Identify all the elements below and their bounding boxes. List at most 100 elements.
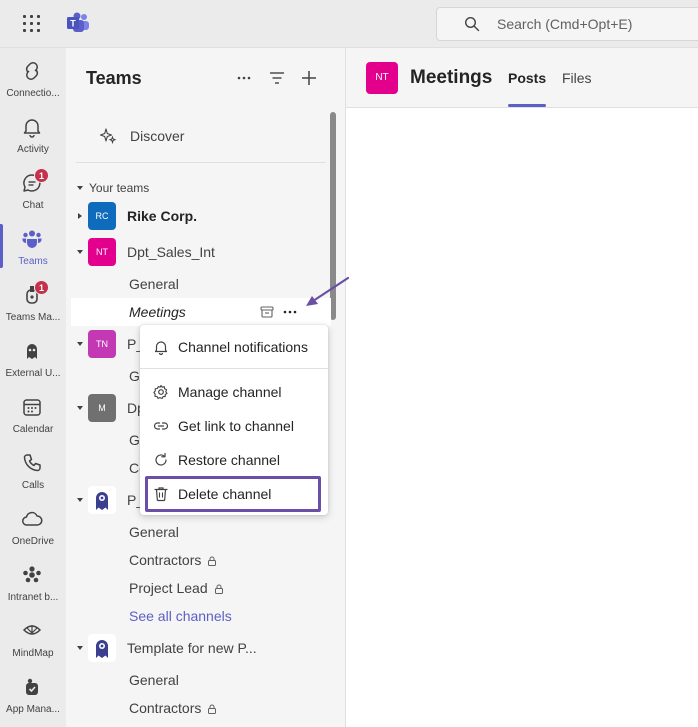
your-teams-header[interactable]: Your teams [66, 180, 328, 196]
chevron-down-icon [77, 186, 83, 190]
calendar-icon [23, 399, 41, 416]
menu-item-label: Get link to channel [178, 418, 294, 434]
chevron-down-icon [77, 646, 83, 650]
team-avatar: TN [88, 330, 116, 358]
rail-item-intranet[interactable]: Intranet b... [0, 556, 66, 612]
menu-item-channel-notifications[interactable]: Channel notifications [140, 331, 328, 363]
rail-label: External U... [5, 368, 61, 379]
search-placeholder: Search (Cmd+Opt+E) [497, 16, 633, 32]
more-options-icon[interactable] [234, 68, 254, 88]
chevron-down-icon [77, 498, 83, 502]
rail-label: Chat [22, 200, 44, 211]
chevron-down-icon [77, 342, 83, 346]
rail-item-app-manager[interactable]: App Mana... [0, 668, 66, 724]
app-launcher-icon[interactable] [22, 14, 42, 34]
discover-button[interactable]: Discover [66, 122, 328, 152]
notification-badge: 1 [34, 280, 49, 295]
see-all-channels-link[interactable]: See all channels [66, 602, 328, 630]
team-name: Template for new P... [127, 640, 257, 656]
discover-label: Discover [130, 128, 185, 144]
rail-item-connections[interactable]: Connectio... [0, 52, 66, 108]
annotation-arrow-icon [306, 276, 350, 306]
team-avatar: M [88, 394, 116, 422]
channel-item-contractors[interactable]: Contractors [66, 546, 328, 574]
channel-item-general[interactable]: General [66, 518, 328, 546]
intranet-icon [23, 566, 41, 583]
rail-item-activity[interactable]: Activity [0, 108, 66, 164]
lock-icon [208, 556, 217, 567]
rail-label: Calendar [12, 424, 54, 435]
rail-item-onedrive[interactable]: OneDrive [0, 500, 66, 556]
rail-label: Calls [21, 480, 45, 491]
lock-icon [214, 584, 223, 595]
team-name: Dpt_Sales_Int [127, 244, 215, 260]
your-teams-label: Your teams [89, 181, 150, 195]
rail-label: MindMap [12, 648, 54, 659]
link-icon [153, 422, 169, 430]
top-bar: T Search (Cmd+Opt+E) [0, 0, 698, 48]
cloud-icon [22, 511, 43, 526]
rail-item-mindmap[interactable]: MindMap [0, 612, 66, 668]
rail-label: Intranet b... [7, 592, 59, 603]
rail-item-teams[interactable]: Teams [0, 220, 66, 276]
menu-item-label: Channel notifications [178, 339, 308, 355]
highlight-box [145, 476, 321, 512]
teams-icon [22, 230, 42, 248]
restore-icon [155, 452, 167, 466]
external-users-icon [27, 344, 37, 359]
rail-item-chat[interactable]: 1 Chat [0, 164, 66, 220]
team-avatar: NT [366, 62, 398, 94]
lock-icon [208, 704, 217, 715]
team-name: Rike Corp. [127, 208, 198, 224]
channel-item-contractors[interactable]: Contractors [66, 694, 328, 722]
filter-icon[interactable] [267, 68, 287, 88]
channel-name: Contractors [129, 552, 217, 568]
rail-item-calendar[interactable]: Calendar [0, 388, 66, 444]
channel-item-project-lead[interactable]: Project Lead [66, 574, 328, 602]
rail-label: App Mana... [6, 704, 60, 715]
teams-logo-icon: T [67, 12, 89, 32]
divider [76, 162, 326, 163]
channel-item-meetings[interactable]: Meetings [71, 298, 331, 326]
menu-item-label: Restore channel [178, 452, 280, 468]
rail-item-teams-manager[interactable]: 1 Teams Ma... [0, 276, 66, 332]
team-avatar: RC [88, 202, 116, 230]
svg-text:T: T [70, 19, 76, 29]
app-manager-icon [26, 678, 38, 695]
rail-item-external-users[interactable]: External U... [0, 332, 66, 388]
panel-title: Teams [86, 68, 142, 88]
channel-label: Contractors [129, 552, 202, 568]
menu-item-label: Manage channel [178, 384, 282, 400]
menu-divider [140, 368, 328, 369]
channel-item-general[interactable]: General [66, 270, 328, 298]
channel-name: Contractors [129, 700, 217, 716]
robot-avatar-icon [88, 634, 116, 662]
archive-icon [260, 306, 274, 318]
see-all-channels-label: See all channels [129, 608, 232, 624]
team-item-dpt-sales-int[interactable]: NT Dpt_Sales_Int [66, 238, 328, 266]
channel-name: Project Lead [129, 580, 224, 596]
bell-icon [154, 341, 168, 355]
menu-item-get-link[interactable]: Get link to channel [140, 410, 328, 442]
menu-item-restore-channel[interactable]: Restore channel [140, 444, 328, 476]
tab-posts[interactable]: Posts [508, 70, 546, 86]
channel-label: Contractors [129, 700, 202, 716]
team-item-template[interactable]: Template for new P... [66, 634, 328, 662]
connections-icon [25, 62, 39, 80]
channel-name: General [129, 276, 179, 292]
menu-item-manage-channel[interactable]: Manage channel [140, 376, 328, 408]
search-box[interactable]: Search (Cmd+Opt+E) [436, 7, 698, 41]
rail-item-calls[interactable]: Calls [0, 444, 66, 500]
channel-name: General [129, 672, 179, 688]
tab-files[interactable]: Files [562, 70, 592, 86]
channel-title: Meetings [410, 67, 493, 88]
team-item-rike-corp[interactable]: RC Rike Corp. [66, 202, 328, 230]
sparkle-icon [99, 128, 117, 145]
add-icon[interactable] [299, 68, 319, 88]
channel-name: Meetings [129, 304, 186, 320]
channel-item-general[interactable]: General [66, 666, 328, 694]
channel-name: General [129, 524, 179, 540]
chevron-down-icon [77, 250, 83, 254]
rail-label: Teams Ma... [5, 312, 61, 323]
rail-label: Activity [17, 144, 49, 155]
